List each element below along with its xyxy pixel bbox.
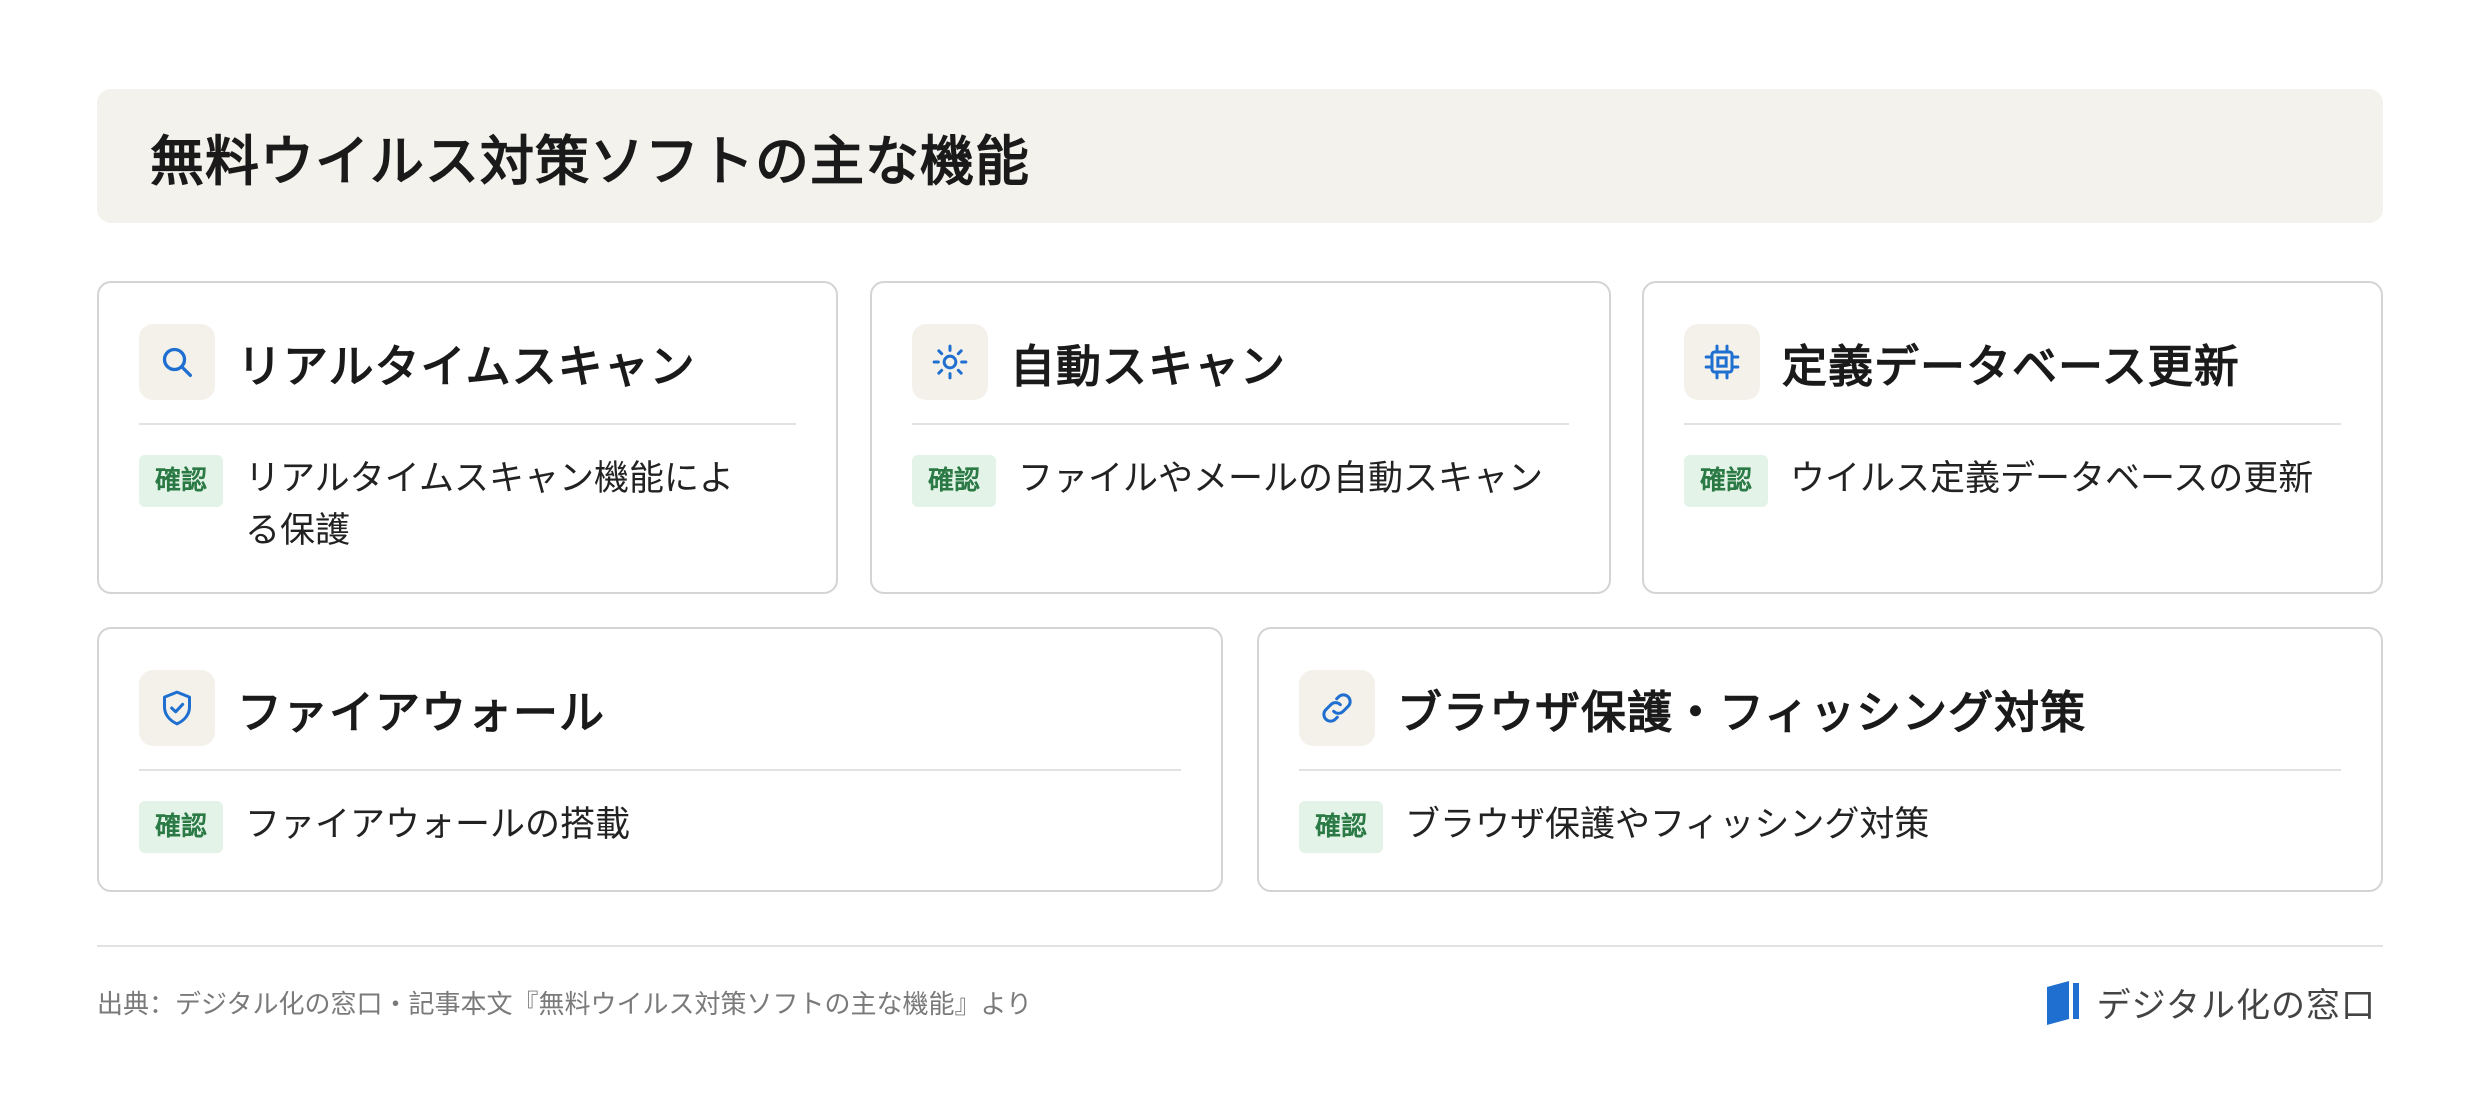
card-description: ファイアウォールの搭載 <box>245 805 631 845</box>
card-description: リアルタイムスキャン機能による保護 <box>245 459 734 551</box>
card-body: 確認 ウイルス定義データベースの更新 <box>1684 453 2341 507</box>
card-title: ファイアウォール <box>237 685 606 739</box>
footer-divider <box>97 945 2383 947</box>
status-badge: 確認 <box>912 455 997 507</box>
card-header: ブラウザ保護・フィッシング対策 <box>1299 669 2341 771</box>
card-header: リアルタイムスキャン <box>139 323 796 425</box>
card-body: 確認 ブラウザ保護やフィッシング対策 <box>1299 799 2341 853</box>
page-header: 無料ウイルス対策ソフトの主な機能 <box>97 89 2383 223</box>
card-description: ウイルス定義データベースの更新 <box>1790 459 2314 499</box>
link-icon <box>1299 670 1375 746</box>
card-header: 定義データベース更新 <box>1684 323 2341 425</box>
feature-card-realtime-scan: リアルタイムスキャン 確認 リアルタイムスキャン機能による保護 <box>97 281 838 594</box>
card-body: 確認 ファイアウォールの搭載 <box>139 799 1181 853</box>
feature-card-firewall: ファイアウォール 確認 ファイアウォールの搭載 <box>97 627 1223 892</box>
card-title: 自動スキャン <box>1010 339 1287 393</box>
card-description: ブラウザ保護やフィッシング対策 <box>1405 805 1930 845</box>
status-badge: 確認 <box>139 455 224 507</box>
status-badge: 確認 <box>139 801 224 853</box>
search-icon <box>139 324 215 400</box>
status-badge: 確認 <box>1684 455 1769 507</box>
status-badge: 確認 <box>1299 801 1384 853</box>
card-header: ファイアウォール <box>139 669 1181 771</box>
card-header: 自動スキャン <box>912 323 1569 425</box>
feature-card-definition-update: 定義データベース更新 確認 ウイルス定義データベースの更新 <box>1642 281 2383 594</box>
brand-logo[interactable]: デジタル化の窓口 <box>2045 978 2376 1027</box>
sun-icon <box>912 324 988 400</box>
card-description: ファイルやメールの自動スキャン <box>1018 459 1544 499</box>
card-title: リアルタイムスキャン <box>237 339 696 393</box>
source-note: 出典：デジタル化の窓口・記事本文『無料ウイルス対策ソフトの主な機能』より <box>97 990 1032 1020</box>
chip-icon <box>1684 324 1760 400</box>
brand-mark-icon <box>2046 980 2079 1025</box>
brand-name: デジタル化の窓口 <box>2096 986 2376 1026</box>
card-title: ブラウザ保護・フィッシング対策 <box>1397 685 2087 739</box>
card-body: 確認 ファイルやメールの自動スキャン <box>912 453 1569 507</box>
card-title: 定義データベース更新 <box>1782 339 2240 393</box>
page-title: 無料ウイルス対策ソフトの主な機能 <box>150 129 1030 193</box>
feature-card-auto-scan: 自動スキャン 確認 ファイルやメールの自動スキャン <box>870 281 1611 594</box>
card-body: 確認 リアルタイムスキャン機能による保護 <box>139 453 796 557</box>
shield-check-icon <box>139 670 215 746</box>
feature-card-browser-protection: ブラウザ保護・フィッシング対策 確認 ブラウザ保護やフィッシング対策 <box>1257 627 2383 892</box>
